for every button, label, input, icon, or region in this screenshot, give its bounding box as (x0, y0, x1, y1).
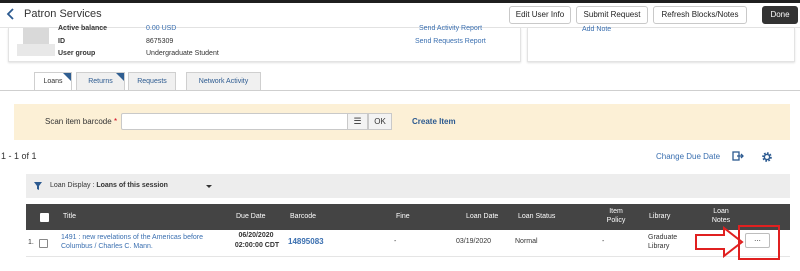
loan-display-value: Loans of this session (96, 182, 168, 189)
row-index: 1. (28, 239, 34, 246)
required-mark: * (113, 117, 118, 126)
refresh-blocks-notes-button[interactable]: Refresh Blocks/Notes (653, 6, 747, 24)
user-group-value: Undergraduate Student (146, 50, 219, 57)
row-barcode-link[interactable]: 14895083 (288, 237, 324, 246)
tab-returns[interactable]: Returns (76, 72, 125, 90)
row-fine: - (394, 238, 397, 245)
change-due-date-link[interactable]: Change Due Date (656, 152, 720, 161)
tab-requests[interactable]: Requests (128, 72, 176, 90)
scan-item-bar: Scan item barcode * ☰ OK Create Item (14, 104, 790, 140)
id-label: ID (58, 38, 65, 45)
export-icon[interactable] (732, 150, 744, 162)
list-icon[interactable]: ☰ (347, 113, 368, 130)
notes-card: Add Note (527, 26, 795, 62)
scan-label-text: Scan item barcode (45, 117, 112, 126)
user-group-label: User group (58, 50, 96, 57)
row-loan-date: 03/19/2020 (456, 238, 492, 245)
loan-display-prefix: Loan Display : (50, 182, 95, 189)
avatar (23, 28, 49, 44)
tab-loans[interactable]: Loans (34, 72, 72, 91)
patron-summary-card: Active balance 0.00 USD ID 8675309 User … (8, 25, 521, 62)
col-item-policy[interactable]: Item Policy (603, 207, 629, 225)
row-title-link[interactable]: 1491 : new revelations of the Americas b… (61, 233, 211, 251)
done-button[interactable]: Done (762, 6, 798, 24)
tab-network-activity[interactable]: Network Activity (186, 72, 261, 90)
row-due-date: 06/20/2020 (238, 232, 274, 239)
chevron-down-icon[interactable] (206, 185, 212, 188)
scan-item-barcode-label: Scan item barcode * (45, 117, 117, 126)
edit-user-info-button[interactable]: Edit User Info (509, 6, 571, 24)
scan-barcode-input[interactable] (121, 113, 361, 130)
active-balance-value[interactable]: 0.00 USD (146, 25, 176, 32)
create-item-link[interactable]: Create Item (412, 117, 456, 126)
row-item-policy: - (602, 238, 605, 245)
row-loan-status: Normal (515, 238, 538, 245)
row-due-time: 02:00:00 CDT (234, 242, 280, 249)
col-loan-status[interactable]: Loan Status (518, 213, 555, 220)
submit-request-button[interactable]: Submit Request (576, 6, 648, 24)
col-loan-notes[interactable]: Loan Notes (707, 207, 735, 225)
table-header: Title Due Date Barcode Fine Loan Date Lo… (26, 204, 790, 230)
tab-network-activity-label: Network Activity (198, 78, 249, 85)
active-balance-label: Active balance (58, 25, 108, 32)
results-count: 1 - 1 of 1 (1, 151, 37, 161)
table-row: 1. 1491 : new revelations of the America… (26, 230, 790, 257)
col-library[interactable]: Library (649, 213, 670, 220)
id-value: 8675309 (146, 38, 174, 45)
top-bar: Patron Services Edit User Info Submit Re… (0, 0, 800, 28)
row-actions-more-button[interactable]: ... (745, 233, 770, 248)
col-title[interactable]: Title (63, 213, 76, 220)
tab-loans-label: Loans (43, 78, 63, 85)
send-requests-report-link[interactable]: Send Requests Report (415, 38, 486, 45)
loan-display-filter[interactable]: Loan Display : Loans of this session (26, 174, 790, 198)
col-fine[interactable]: Fine (396, 213, 410, 220)
add-note-link[interactable]: Add Note (582, 26, 611, 33)
avatar-shoulders (17, 44, 55, 56)
row-checkbox[interactable] (39, 239, 48, 248)
tab-divider (0, 90, 800, 91)
gear-icon[interactable] (761, 151, 773, 163)
top-strip (0, 0, 800, 3)
page-title: Patron Services (24, 8, 102, 20)
row-library: Graduate Library (648, 234, 678, 250)
ok-button[interactable]: OK (368, 113, 392, 130)
loan-display-label: Loan Display : Loans of this session (50, 182, 168, 189)
back-chevron-icon[interactable] (6, 8, 16, 20)
filter-icon (34, 182, 42, 190)
col-loan-date[interactable]: Loan Date (466, 213, 498, 220)
tab-returns-label: Returns (88, 78, 113, 85)
tab-requests-label: Requests (137, 78, 167, 85)
send-activity-report-link[interactable]: Send Activity Report (419, 25, 482, 32)
col-barcode[interactable]: Barcode (290, 213, 316, 220)
col-due-date[interactable]: Due Date (236, 213, 266, 220)
flag-icon (63, 73, 71, 81)
flag-icon (116, 73, 124, 81)
select-all-checkbox[interactable] (40, 213, 49, 222)
